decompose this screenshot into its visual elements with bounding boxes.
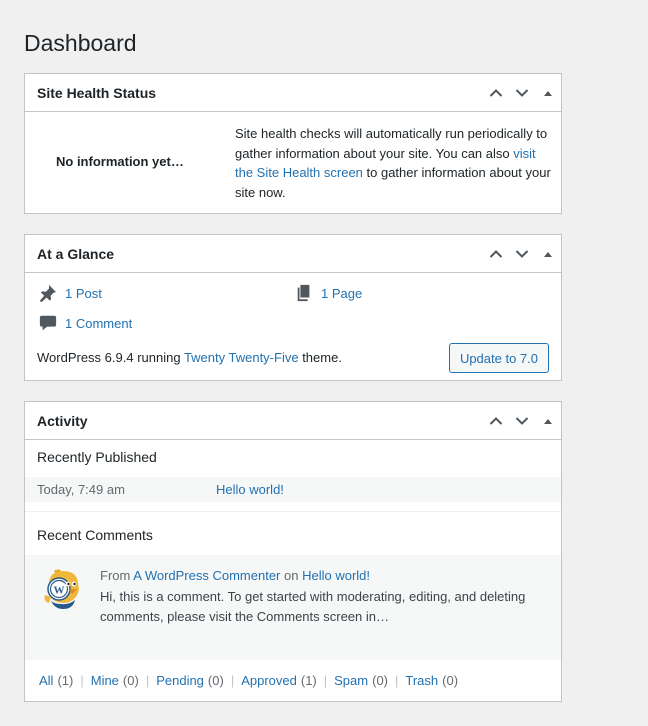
- toggle-panel-button[interactable]: [535, 236, 561, 272]
- version-text: WordPress 6.9.4 running: [37, 350, 184, 365]
- filter-mine-link[interactable]: Mine: [91, 673, 119, 688]
- filter-trash-count: (0): [442, 673, 459, 688]
- recently-published-title: Recently Published: [37, 449, 157, 465]
- pages-icon: [297, 284, 310, 302]
- move-down-button[interactable]: [509, 403, 535, 439]
- at-a-glance-widget: At a Glance 1 Post 1 Page 1 Comment Word…: [24, 234, 562, 381]
- filter-separator: |: [230, 673, 235, 688]
- chevron-down-icon: [515, 416, 529, 425]
- toggle-panel-button[interactable]: [535, 75, 561, 111]
- chevron-down-icon: [515, 88, 529, 97]
- recent-comments-title: Recent Comments: [37, 527, 153, 543]
- filter-separator: |: [395, 673, 399, 688]
- site-health-widget: Site Health Status No information yet… S…: [24, 73, 562, 214]
- comment-from-label: From: [100, 568, 131, 583]
- section-divider: [25, 511, 561, 512]
- triangle-up-icon: [544, 90, 552, 96]
- theme-link[interactable]: Twenty Twenty-Five: [184, 350, 299, 365]
- glance-pages: 1 Page: [295, 284, 362, 302]
- page-title: Dashboard: [24, 30, 137, 56]
- widget-title: Activity: [37, 412, 88, 429]
- filter-pending-count: (0): [207, 673, 224, 688]
- health-status-text: No information yet…: [56, 154, 184, 169]
- health-desc-text: Site health checks will automatically ru…: [235, 126, 548, 161]
- widget-header[interactable]: Site Health Status: [25, 74, 561, 112]
- widget-body: No information yet… Site health checks w…: [25, 112, 561, 213]
- update-button[interactable]: Update to 7.0: [448, 343, 549, 373]
- speech-bubble-icon: [39, 315, 57, 331]
- move-down-button[interactable]: [509, 236, 535, 272]
- chevron-up-icon: [489, 416, 503, 425]
- filter-all-count: (1): [57, 673, 74, 688]
- filter-approved-link[interactable]: Approved: [241, 673, 297, 688]
- filter-all-link[interactable]: All: [39, 673, 53, 688]
- comment-post-link[interactable]: Hello world!: [302, 568, 370, 583]
- filter-approved-count: (1): [300, 673, 317, 688]
- posts-count-link[interactable]: 1 Post: [65, 286, 102, 301]
- glance-posts: 1 Post: [39, 284, 102, 302]
- comment-on-label: on: [284, 568, 299, 583]
- chevron-up-icon: [489, 88, 503, 97]
- move-up-button[interactable]: [483, 75, 509, 111]
- comment-filters: All (1) | Mine (0) | Pending (0) | Approved…: [39, 673, 458, 688]
- filter-trash-link[interactable]: Trash: [405, 673, 438, 688]
- widget-header[interactable]: At a Glance: [25, 235, 561, 273]
- handle-actions: [483, 74, 561, 111]
- pushpin-icon: [39, 284, 57, 302]
- move-up-button[interactable]: [483, 236, 509, 272]
- triangle-up-icon: [544, 251, 552, 257]
- published-date: Today, 7:49 am: [37, 482, 125, 497]
- comment-item: W From A WordPress Commenter on Hello wo…: [25, 555, 561, 660]
- filter-separator: |: [323, 673, 328, 688]
- comment-excerpt: Hi, this is a comment. To get started wi…: [100, 589, 526, 624]
- glance-comments: 1 Comment: [39, 314, 132, 332]
- published-row: Today, 7:49 am Hello world!: [25, 477, 561, 502]
- comment-author-link[interactable]: A WordPress Commenter: [133, 568, 280, 583]
- handle-actions: [483, 235, 561, 272]
- widget-title: Site Health Status: [37, 84, 157, 101]
- chevron-down-icon: [515, 249, 529, 258]
- move-down-button[interactable]: [509, 75, 535, 111]
- filter-spam-link[interactable]: Spam: [334, 673, 368, 688]
- health-description: Site health checks will automatically ru…: [235, 124, 553, 202]
- move-up-button[interactable]: [483, 403, 509, 439]
- commenter-avatar: W: [44, 569, 79, 609]
- pages-count-link[interactable]: 1 Page: [321, 286, 362, 301]
- filter-pending-link[interactable]: Pending: [156, 673, 204, 688]
- comments-count-link[interactable]: 1 Comment: [65, 316, 132, 331]
- filter-mine-count: (0): [122, 673, 139, 688]
- triangle-up-icon: [544, 418, 552, 424]
- toggle-panel-button[interactable]: [535, 403, 561, 439]
- filter-separator: |: [80, 673, 84, 688]
- svg-text:W: W: [54, 585, 65, 597]
- handle-actions: [483, 402, 561, 439]
- version-text-end: theme.: [298, 350, 342, 365]
- chevron-up-icon: [489, 249, 503, 258]
- activity-widget: Activity Recently Published Today, 7:49 …: [24, 401, 562, 702]
- wordpress-version-text: WordPress 6.9.4 running Twenty Twenty-Fi…: [37, 350, 342, 365]
- published-post-link[interactable]: Hello world!: [216, 482, 284, 497]
- filter-spam-count: (0): [372, 673, 388, 688]
- filter-separator: |: [145, 673, 150, 688]
- widget-title: At a Glance: [37, 245, 115, 262]
- widget-header[interactable]: Activity: [25, 402, 561, 440]
- comment-meta: From A WordPress Commenter on Hello worl…: [100, 568, 370, 583]
